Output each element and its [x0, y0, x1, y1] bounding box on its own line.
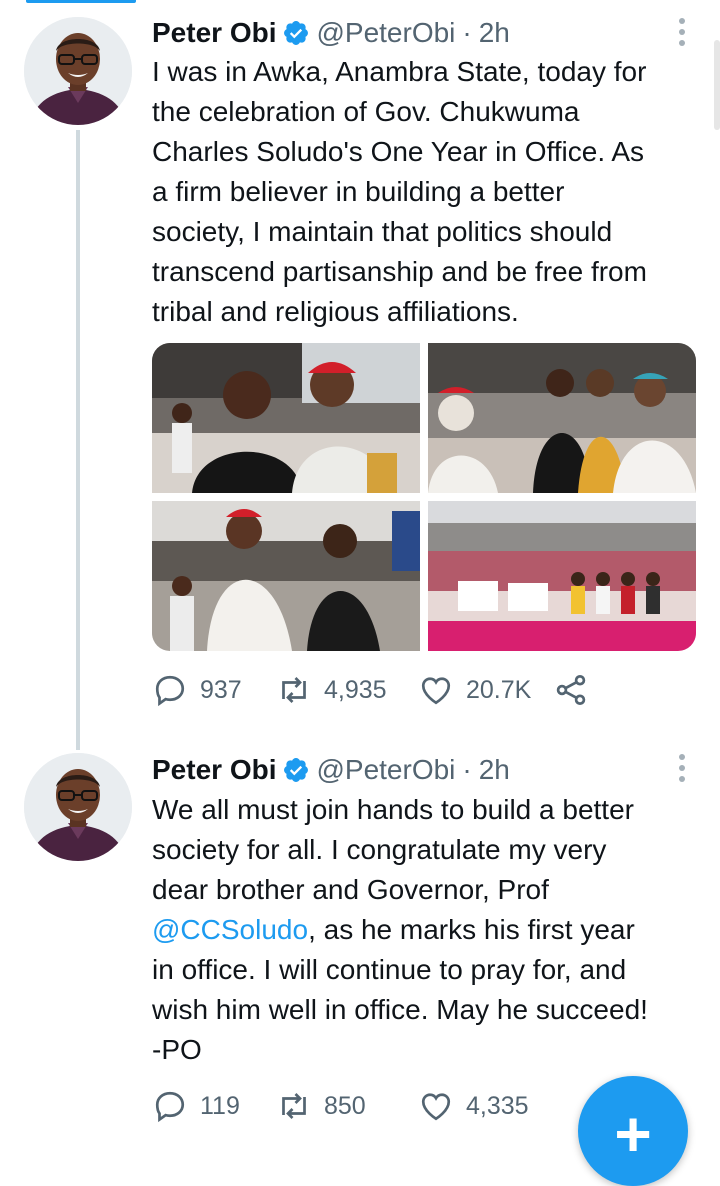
reply-icon: [155, 1091, 185, 1123]
retweet-count: 850: [324, 1091, 366, 1120]
plus-icon: +: [614, 1098, 652, 1170]
like-button[interactable]: 20.7K: [418, 672, 531, 708]
reply-count: 937: [200, 675, 242, 704]
verified-badge-icon: [284, 21, 309, 45]
like-icon: [421, 677, 451, 705]
timestamp[interactable]: 2h: [479, 753, 510, 787]
retweet-icon: [282, 1093, 306, 1119]
tweet-2[interactable]: Peter Obi @PeterObi · 2h We all must joi…: [0, 740, 720, 1138]
mention-link[interactable]: @CCSoludo: [152, 914, 308, 945]
retweet-button[interactable]: 4,935: [276, 672, 396, 708]
retweet-count: 4,935: [324, 675, 387, 704]
tweet-text-part-1: We all must join hands to build a better…: [152, 794, 634, 905]
like-count: 20.7K: [466, 675, 532, 704]
author-handle[interactable]: @PeterObi: [316, 16, 455, 50]
more-options-icon[interactable]: [672, 752, 692, 784]
share-icon: [557, 675, 586, 705]
reply-count: 119: [200, 1091, 240, 1120]
separator-dot: ·: [462, 754, 472, 785]
photo-1[interactable]: [152, 343, 420, 493]
retweet-icon: [282, 677, 306, 703]
thread-line: [76, 130, 80, 750]
photo-2[interactable]: [428, 343, 696, 493]
reply-button[interactable]: 119: [152, 1088, 254, 1124]
like-count: 4,335: [466, 1091, 529, 1120]
share-button[interactable]: [553, 672, 601, 708]
compose-tweet-button[interactable]: +: [578, 1076, 688, 1186]
like-button[interactable]: 4,335: [418, 1088, 529, 1124]
tweet-media-grid: [152, 343, 696, 651]
like-icon: [421, 1093, 451, 1121]
author-handle[interactable]: @PeterObi: [316, 753, 455, 787]
avatar[interactable]: [24, 17, 132, 125]
retweet-button[interactable]: 850: [276, 1088, 396, 1124]
avatar[interactable]: [24, 753, 132, 861]
separator-dot: ·: [462, 17, 472, 48]
tweet-actions: 119 850 4,335: [152, 1088, 551, 1124]
author-name[interactable]: Peter Obi: [152, 16, 276, 50]
tweet-actions: 937 4,935 20.7K: [152, 672, 623, 708]
reply-icon: [155, 675, 185, 707]
more-options-icon[interactable]: [672, 16, 692, 48]
tweet-header: Peter Obi @PeterObi · 2h: [152, 753, 510, 787]
photo-4[interactable]: [428, 501, 696, 651]
tweet-text: We all must join hands to build a better…: [152, 790, 702, 1070]
tweet-text: I was in Awka, Anambra State, today for …: [152, 56, 647, 327]
timestamp[interactable]: 2h: [479, 16, 510, 50]
author-name[interactable]: Peter Obi: [152, 753, 276, 787]
verified-badge-icon: [284, 758, 309, 782]
tweet-1[interactable]: Peter Obi @PeterObi · 2h I was in Awka, …: [0, 0, 720, 750]
photo-3[interactable]: [152, 501, 420, 651]
tweet-header: Peter Obi @PeterObi · 2h: [152, 16, 510, 50]
reply-button[interactable]: 937: [152, 672, 254, 708]
